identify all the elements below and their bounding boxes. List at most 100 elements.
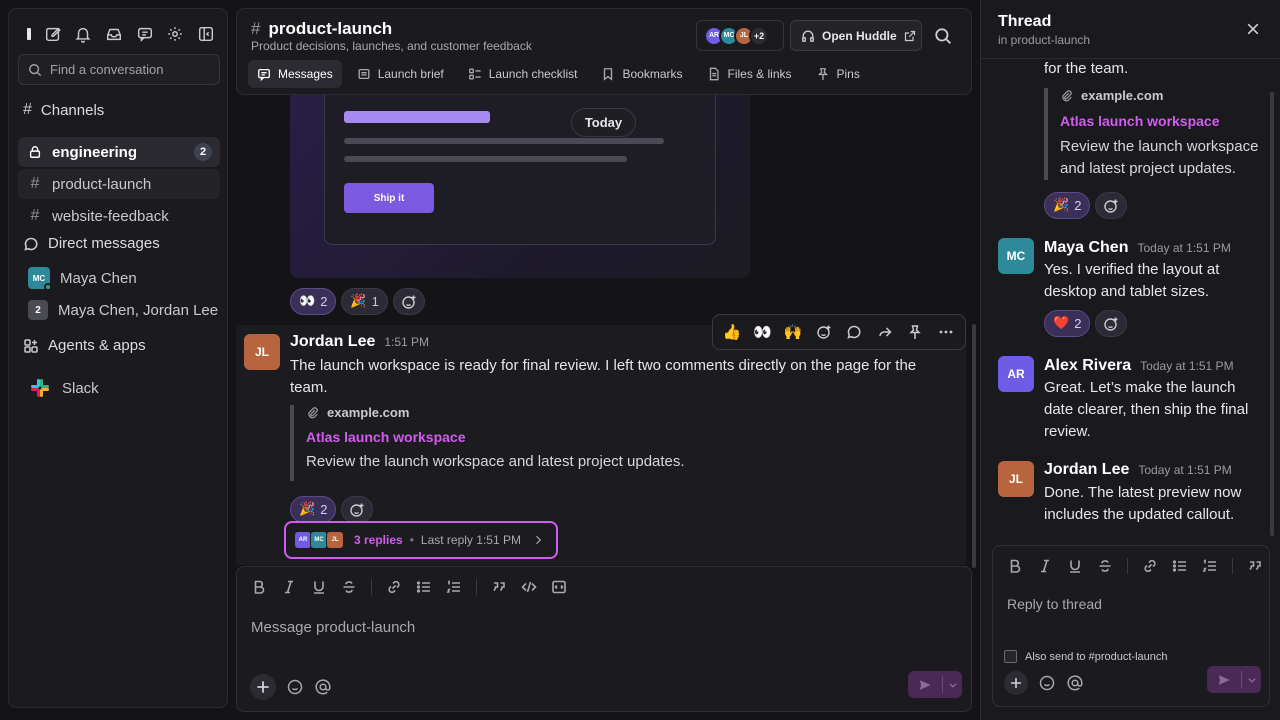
attach-button[interactable] [1004, 671, 1028, 695]
member-avatars[interactable]: AR MC JL +2 [696, 20, 784, 51]
dms-header[interactable]: Direct messages [23, 235, 160, 252]
channel-title[interactable]: # product-launch [251, 19, 392, 39]
close-icon[interactable] [1246, 22, 1260, 36]
reply-author[interactable]: Jordan Lee [1044, 461, 1129, 479]
schedule-dropdown[interactable] [1242, 675, 1261, 685]
avatar[interactable]: JL [998, 461, 1034, 497]
send-button[interactable] [1207, 666, 1261, 693]
strikethrough-icon[interactable] [341, 579, 357, 595]
message-author[interactable]: Jordan Lee [290, 333, 375, 351]
quick-reaction-eyes[interactable]: 👀 [751, 320, 775, 344]
tab-pins[interactable]: Pins [807, 60, 869, 88]
bold-icon[interactable] [1007, 558, 1023, 574]
sidebar-app-slack[interactable]: Slack [18, 373, 220, 403]
reply-timestamp[interactable]: Today at 1:51 PM [1138, 463, 1231, 477]
code-icon[interactable] [521, 579, 537, 595]
underline-icon[interactable] [311, 579, 327, 595]
bulleted-list-icon[interactable] [1172, 558, 1188, 574]
reaction-eyes[interactable]: 👀 2 [290, 288, 337, 315]
reaction-tada[interactable]: 🎉 2 [290, 496, 337, 523]
quote-icon[interactable] [491, 579, 507, 595]
add-reaction-button[interactable] [1095, 310, 1128, 337]
date-divider[interactable]: Today [571, 108, 636, 137]
open-huddle-button[interactable]: Open Huddle [790, 20, 922, 51]
code-block-icon[interactable] [551, 579, 567, 595]
avatar[interactable]: JL [244, 334, 280, 370]
conversation-search[interactable]: Find a conversation [18, 54, 220, 85]
message-timestamp[interactable]: 1:51 PM [384, 335, 429, 349]
agents-header[interactable]: Agents & apps [23, 337, 146, 354]
tab-launch-checklist[interactable]: Launch checklist [459, 60, 587, 88]
schedule-dropdown[interactable] [943, 680, 962, 690]
message-icon[interactable] [136, 25, 154, 43]
reply-in-thread-button[interactable] [842, 320, 866, 344]
reaction-heart[interactable]: ❤️ 2 [1044, 310, 1091, 337]
reply-author[interactable]: Alex Rivera [1044, 357, 1131, 375]
sidebar-channel-engineering[interactable]: engineering 2 [18, 137, 220, 167]
forward-button[interactable] [873, 320, 897, 344]
quick-reaction-raised-hands[interactable]: 🙌 [781, 320, 805, 344]
bell-icon[interactable] [74, 25, 92, 43]
tab-bookmarks[interactable]: Bookmarks [592, 60, 691, 88]
add-reaction-button[interactable] [1095, 192, 1128, 219]
reply-timestamp[interactable]: Today at 1:51 PM [1140, 359, 1233, 373]
gear-icon[interactable] [166, 25, 184, 43]
quick-reaction-thumbs-up[interactable]: 👍 [720, 320, 744, 344]
thread-scrollbar[interactable] [1270, 92, 1274, 536]
strikethrough-icon[interactable] [1097, 558, 1113, 574]
numbered-list-icon[interactable] [446, 579, 462, 595]
quote-icon[interactable] [1247, 558, 1263, 574]
underline-icon[interactable] [1067, 558, 1083, 574]
message-list[interactable]: Ship it Today 👀 2 🎉 1 JL Jordan Lee 1:51 P… [236, 95, 972, 565]
link-icon[interactable] [386, 579, 402, 595]
compose-icon[interactable] [44, 25, 62, 43]
unfurl-title-link[interactable]: Atlas launch workspace [306, 429, 685, 445]
more-actions-button[interactable] [934, 320, 958, 344]
numbered-list-icon[interactable] [1202, 558, 1218, 574]
mention-icon[interactable] [314, 678, 332, 696]
search-icon[interactable] [934, 27, 952, 45]
avatar[interactable]: MC [998, 238, 1034, 274]
italic-icon[interactable] [281, 579, 297, 595]
link-unfurl: example.com Atlas launch workspace Revie… [290, 405, 685, 481]
also-send-checkbox[interactable] [1004, 650, 1017, 663]
thread-subtitle[interactable]: in product-launch [998, 33, 1090, 47]
avatar[interactable]: AR [998, 356, 1034, 392]
mention-icon[interactable] [1066, 674, 1084, 692]
sidebar-channel-product-launch[interactable]: # product-launch [18, 169, 220, 199]
unfurl-title-link[interactable]: Atlas launch workspace [1060, 113, 1266, 129]
tab-launch-brief[interactable]: Launch brief [348, 60, 453, 88]
attach-button[interactable] [250, 674, 276, 700]
reply-timestamp[interactable]: Today at 1:51 PM [1137, 241, 1230, 255]
reaction-tada[interactable]: 🎉 1 [341, 288, 388, 315]
reply-author[interactable]: Maya Chen [1044, 239, 1128, 257]
sidebar-dm-group[interactable]: 2 Maya Chen, Jordan Lee [18, 295, 220, 325]
sidebar-dm-maya-chen[interactable]: MC Maya Chen [18, 263, 220, 293]
message-scrollbar[interactable] [972, 324, 976, 568]
also-send-option[interactable]: Also send to #product-launch [1004, 650, 1167, 663]
collapse-sidebar-icon[interactable] [197, 25, 215, 43]
emoji-icon[interactable] [286, 678, 304, 696]
sidebar-channel-website-feedback[interactable]: # website-feedback [18, 201, 220, 231]
add-reaction-button[interactable] [812, 320, 836, 344]
italic-icon[interactable] [1037, 558, 1053, 574]
bulleted-list-icon[interactable] [416, 579, 432, 595]
image-preview[interactable]: Ship it [290, 95, 750, 278]
emoji-icon[interactable] [1038, 674, 1056, 692]
link-icon[interactable] [1142, 558, 1158, 574]
tab-messages[interactable]: Messages [248, 60, 342, 88]
inbox-icon[interactable] [105, 25, 123, 43]
reaction-tada[interactable]: 🎉 2 [1044, 192, 1091, 219]
thread-messages[interactable]: for the team. example.com Atlas launch w… [981, 59, 1280, 545]
bold-icon[interactable] [251, 579, 267, 595]
reply-input[interactable] [1007, 593, 1257, 615]
workspace-logo[interactable] [27, 28, 31, 40]
add-reaction-button[interactable] [392, 288, 425, 315]
add-reaction-button[interactable] [341, 496, 374, 523]
send-button[interactable] [908, 671, 962, 698]
pin-button[interactable] [903, 320, 927, 344]
tab-files-links[interactable]: Files & links [698, 60, 801, 88]
thread-replies-button[interactable]: AR MC JL 3 replies • Last reply 1:51 PM [284, 521, 558, 559]
message-input[interactable] [251, 615, 951, 639]
channels-header[interactable]: # Channels [23, 101, 104, 119]
